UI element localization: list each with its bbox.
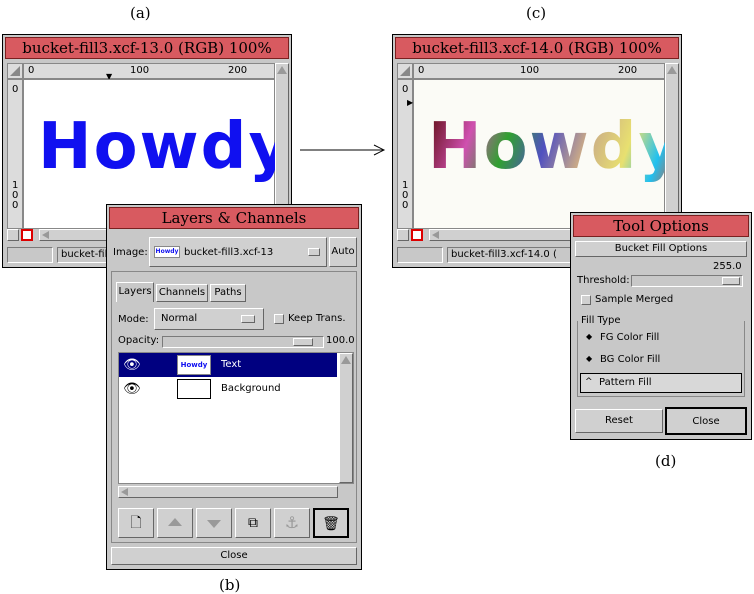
caption-c: (c) [526, 4, 547, 22]
eye-icon[interactable]: 👁 [123, 357, 141, 373]
ruler-tick: 0 [418, 65, 425, 76]
layer-thumbnail [177, 379, 211, 399]
mode-select-value: Normal [161, 313, 198, 324]
radio-label: FG Color Fill [600, 332, 660, 343]
ruler-corner[interactable] [7, 63, 23, 79]
image-label: Image: [113, 247, 148, 258]
vertical-scrollbar[interactable] [665, 63, 679, 229]
window-title[interactable]: bucket-fill3.xcf-13.0 (RGB) 100% [5, 37, 289, 59]
keep-trans-checkbox[interactable] [274, 314, 284, 324]
vertical-ruler: 0 1 0 0 [7, 79, 23, 229]
layer-name: Background [221, 383, 281, 394]
opacity-value: 100.0 [326, 335, 355, 346]
fill-type-group: ◆ FG Color Fill ◆ BG Color Fill ^ Patter… [577, 321, 745, 397]
radio-label: BG Color Fill [600, 354, 661, 365]
layer-row-text[interactable]: 👁 Howdy Text [119, 353, 337, 377]
lower-layer-button[interactable] [196, 508, 232, 538]
image-canvas[interactable]: Howdy [413, 79, 680, 229]
layer-name: Text [221, 359, 242, 370]
window-title[interactable]: bucket-fill3.xcf-14.0 (RGB) 100% [395, 37, 679, 59]
radio-label: Pattern Fill [599, 377, 652, 388]
ruler-tick: 0 [28, 65, 35, 76]
close-button[interactable]: Close [111, 547, 357, 565]
caption-b: (b) [219, 576, 241, 594]
ruler-tick: 200 [618, 65, 638, 76]
transition-arrow [300, 144, 386, 156]
pattern-fill-radio[interactable]: ^ Pattern Fill [580, 373, 742, 393]
dropdown-icon [241, 315, 255, 323]
keep-trans-label: Keep Trans. [288, 313, 346, 324]
radio-diamond-icon: ◆ [586, 332, 593, 341]
ruler-corner[interactable] [397, 63, 413, 79]
reset-button[interactable]: Reset [575, 409, 663, 433]
radio-diamond-icon: ◆ [586, 354, 593, 363]
ruler-tick: 0 [402, 84, 409, 95]
canvas-corner-controls [7, 229, 39, 243]
ruler-tick: 100 [130, 65, 150, 76]
canvas-corner-controls [397, 229, 429, 243]
sample-merged-label: Sample Merged [595, 294, 674, 305]
tool-options-dialog: Tool Options Bucket Fill Options 255.0 T… [570, 212, 752, 440]
slider-handle[interactable] [722, 277, 740, 285]
ruler-tick: 100 [520, 65, 540, 76]
layer-thumbnail: Howdy [177, 355, 211, 375]
caption-d: (d) [655, 452, 677, 470]
bg-color-fill-radio[interactable]: ◆ BG Color Fill [580, 351, 740, 369]
image-select[interactable]: Howdy bucket-fill3.xcf-13 [149, 237, 327, 267]
raise-layer-button[interactable] [157, 508, 193, 538]
layers-notebook: Layers Channels Paths Mode: Normal Keep … [111, 271, 357, 543]
ruler-tick: 0 [402, 200, 409, 211]
fg-color-fill-radio[interactable]: ◆ FG Color Fill [580, 329, 740, 347]
ruler-tick: 0 [12, 200, 19, 211]
tab-layers[interactable]: Layers [116, 282, 154, 302]
howdy-text: Howdy [38, 110, 293, 184]
caption-a: (a) [130, 4, 151, 22]
auto-button[interactable]: Auto [329, 237, 357, 267]
eye-icon[interactable]: 👁 [123, 381, 141, 397]
layers-hscrollbar[interactable] [118, 486, 338, 498]
layers-dialog: Layers & Channels Image: Howdy bucket-fi… [106, 204, 362, 570]
slider-handle[interactable] [293, 338, 313, 346]
options-header: Bucket Fill Options [575, 241, 747, 257]
layers-vscrollbar[interactable] [339, 353, 353, 483]
threshold-label: Threshold: [577, 275, 630, 286]
quickmask-icon[interactable] [21, 229, 33, 241]
vertical-ruler: 0 ▶ 1 0 0 [397, 79, 413, 229]
layer-row-background[interactable]: 👁 Background [119, 377, 337, 401]
ruler-tick: 0 [12, 84, 19, 95]
new-layer-button[interactable]: 🗋 [118, 508, 154, 538]
horizontal-ruler: 0 100 200 ▼ [23, 63, 275, 81]
dropdown-icon [308, 248, 320, 256]
howdy-pattern-text: Howdy [428, 110, 683, 184]
image-thumbnail: Howdy [154, 246, 180, 258]
opacity-slider[interactable] [162, 336, 324, 348]
opacity-label: Opacity: [118, 335, 160, 346]
layer-buttons: 🗋 ⧉ ⚓ 🗑 [118, 508, 352, 538]
delete-layer-button[interactable]: 🗑 [313, 508, 349, 538]
mode-label: Mode: [118, 314, 149, 325]
dialog-title[interactable]: Layers & Channels [109, 207, 359, 229]
threshold-slider[interactable] [631, 275, 743, 287]
radio-diamond-selected-icon: ^ [585, 377, 593, 387]
tab-paths[interactable]: Paths [210, 284, 246, 302]
status-coords [7, 247, 53, 263]
horizontal-ruler: 0 100 200 [413, 63, 665, 79]
image-select-value: bucket-fill3.xcf-13 [184, 247, 274, 258]
duplicate-layer-button[interactable]: ⧉ [235, 508, 271, 538]
sample-merged-checkbox[interactable] [581, 295, 591, 305]
dialog-title[interactable]: Tool Options [573, 215, 749, 237]
mode-select[interactable]: Normal [154, 308, 264, 330]
quickmask-icon[interactable] [411, 229, 423, 241]
threshold-value: 255.0 [713, 261, 742, 272]
layers-list: 👁 Howdy Text 👁 Background [118, 352, 354, 484]
anchor-icon[interactable]: ⚓ [274, 508, 310, 538]
tab-channels[interactable]: Channels [156, 284, 208, 302]
close-button[interactable]: Close [665, 407, 747, 435]
ruler-tick: 200 [228, 65, 248, 76]
nav-icon[interactable] [7, 229, 19, 241]
nav-icon[interactable] [397, 229, 409, 241]
status-coords [397, 247, 443, 263]
